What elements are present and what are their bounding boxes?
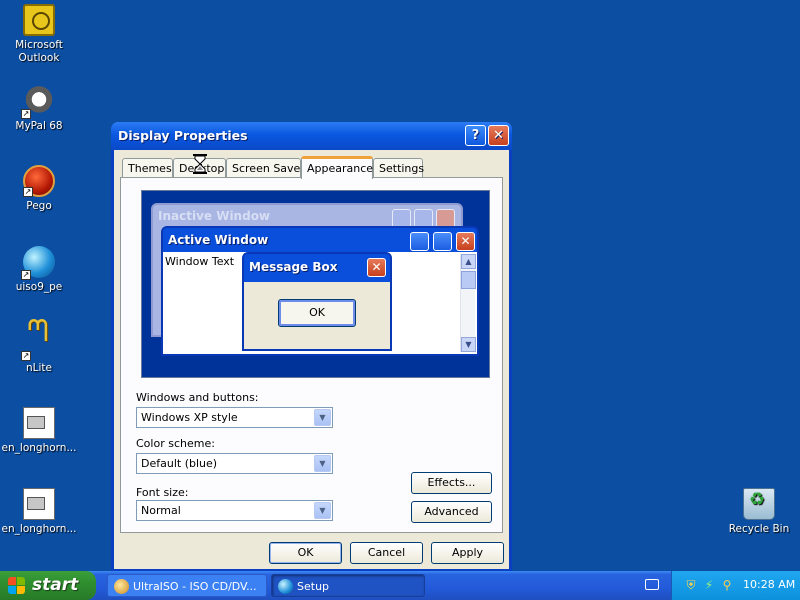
desktop-icon-outlook[interactable]: Microsoft Outlook (1, 4, 77, 65)
windows-buttons-value: Windows XP style (141, 411, 238, 424)
tab-themes[interactable]: Themes (122, 158, 173, 178)
mypal-icon: ↗ (21, 85, 55, 119)
shortcut-arrow-icon: ↗ (21, 270, 31, 280)
preview-scrollbar: ▲ ▼ (460, 254, 476, 352)
windows-logo-icon (8, 577, 26, 595)
close-button[interactable]: ✕ (488, 125, 509, 146)
desktop-icon-longhorn-1[interactable]: en_longhorn... (1, 407, 77, 455)
chevron-down-icon[interactable]: ▼ (314, 502, 331, 519)
scroll-down-icon: ▼ (461, 337, 476, 352)
chevron-down-icon[interactable]: ▼ (314, 409, 331, 426)
ok-button[interactable]: OK (269, 542, 342, 564)
scroll-thumb (461, 271, 476, 289)
font-size-select[interactable]: Normal ▼ (136, 500, 333, 521)
desktop-icon-pego[interactable]: ↗ Pego (1, 165, 77, 213)
desktop-icon-longhorn-2[interactable]: en_longhorn... (1, 488, 77, 536)
desktop-icon-label: Microsoft Outlook (15, 39, 63, 64)
network-icon[interactable]: ⚡ (702, 578, 716, 592)
windows-buttons-label: Windows and buttons: (136, 391, 259, 404)
desktop-icon-label: MyPal 68 (15, 120, 63, 132)
desktop-icon-label: Recycle Bin (728, 523, 790, 535)
taskbar-item-ultraiso[interactable]: UltraISO - ISO CD/DV... (107, 574, 267, 597)
dialog-titlebar[interactable]: Display Properties ? ✕ (111, 122, 512, 150)
start-button[interactable]: start (0, 571, 96, 600)
tab-settings[interactable]: Settings (373, 158, 424, 178)
globe-icon: ↗ (21, 246, 55, 280)
desktop-icon-nlite[interactable]: ↗ nLite (1, 325, 77, 375)
color-scheme-select[interactable]: Default (blue) ▼ (136, 453, 333, 474)
taskbar-item-setup[interactable]: Setup (271, 574, 425, 597)
font-size-label: Font size: (136, 486, 189, 499)
preview-message-body: OK (244, 282, 390, 349)
desktop-icon-label: Pego (26, 200, 52, 212)
effects-button[interactable]: Effects... (411, 472, 492, 494)
desktop-icon-label: nLite (26, 362, 52, 374)
setup-globe-icon (278, 579, 293, 594)
font-size-value: Normal (141, 504, 181, 517)
desktop-icon-label: en_longhorn... (1, 442, 77, 454)
pego-icon: ↗ (23, 165, 55, 197)
outlook-icon (23, 4, 55, 36)
hourglass-cursor-icon (193, 154, 207, 174)
maximize-icon (433, 232, 452, 251)
taskbar-item-label: Setup (297, 580, 330, 593)
preview-message-box: Message Box ✕ OK (242, 252, 392, 351)
clock[interactable]: 10:28 AM (743, 578, 795, 591)
appearance-preview: Inactive Window Active Window ✕ Window T… (141, 190, 490, 378)
scroll-up-icon: ▲ (461, 254, 476, 269)
preview-window-text: Window Text (165, 255, 235, 268)
close-icon: ✕ (456, 232, 475, 251)
system-tray: ⛨ ⚡ ⚲ 10:28 AM (671, 571, 800, 600)
recycle-bin-icon (743, 488, 775, 520)
color-scheme-value: Default (blue) (141, 457, 218, 470)
shortcut-arrow-icon: ↗ (23, 187, 33, 197)
advanced-button[interactable]: Advanced (411, 501, 492, 523)
desktop-icon-label: uiso9_pe (15, 281, 63, 293)
preview-active-window: Active Window ✕ Window Text ▲ ▼ Message … (161, 226, 479, 356)
windows-buttons-select[interactable]: Windows XP style ▼ (136, 407, 333, 428)
close-icon: ✕ (367, 258, 386, 277)
file-icon (23, 488, 55, 520)
preview-ok-button: OK (278, 299, 356, 327)
keyboard-icon[interactable] (645, 579, 659, 590)
ultraiso-icon (114, 579, 129, 594)
color-scheme-label: Color scheme: (136, 437, 215, 450)
file-icon (23, 407, 55, 439)
shield-icon[interactable]: ⛨ (684, 578, 698, 592)
search-icon[interactable]: ⚲ (720, 578, 734, 592)
desktop-icon-recycle-bin[interactable]: Recycle Bin (721, 488, 797, 536)
taskbar-item-label: UltraISO - ISO CD/DV... (133, 580, 257, 593)
nlite-icon: ↗ (21, 325, 55, 361)
start-label: start (32, 575, 79, 595)
chevron-down-icon[interactable]: ▼ (314, 455, 331, 472)
minimize-icon (410, 232, 429, 251)
apply-button[interactable]: Apply (431, 542, 504, 564)
appearance-panel: Inactive Window Active Window ✕ Window T… (120, 177, 503, 533)
desktop-icon-uiso9[interactable]: ↗ uiso9_pe (1, 246, 77, 294)
preview-active-title: Active Window (168, 233, 269, 247)
cancel-button[interactable]: Cancel (350, 542, 423, 564)
help-button[interactable]: ? (465, 125, 486, 146)
tab-screen-saver[interactable]: Screen Saver (226, 158, 305, 178)
desktop-icon-mypal[interactable]: ↗ MyPal 68 (1, 85, 77, 133)
close-icon: ✕ (493, 128, 504, 143)
shortcut-arrow-icon: ↗ (21, 109, 31, 119)
desktop-icon-label: en_longhorn... (1, 523, 77, 535)
display-properties-dialog[interactable]: Display Properties ? ✕ Themes Desktop Sc… (111, 122, 512, 572)
dialog-title: Display Properties (118, 128, 248, 143)
tab-appearance[interactable]: Appearance (301, 156, 373, 179)
shortcut-arrow-icon: ↗ (21, 351, 31, 361)
taskbar: start UltraISO - ISO CD/DV... Setup ⛨ ⚡ … (0, 571, 800, 600)
